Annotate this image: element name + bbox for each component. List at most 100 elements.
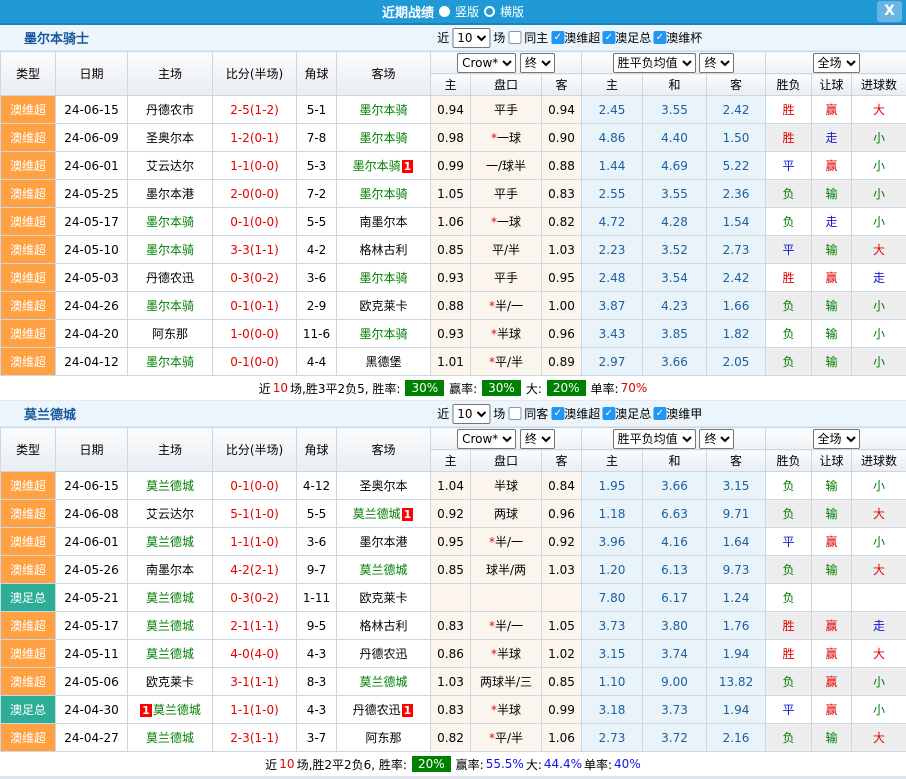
same-side-checkbox[interactable]: [508, 31, 521, 44]
league-checkbox-label[interactable]: 澳足总: [615, 405, 651, 422]
horizontal-layout-label[interactable]: 横版: [500, 3, 524, 20]
league-checkbox-label[interactable]: 澳维超: [564, 405, 600, 422]
crow-home-odds: 0.92: [431, 500, 471, 528]
crow-home-odds: 0.85: [431, 556, 471, 584]
crow-away-odds: 0.84: [542, 472, 582, 500]
handicap-cell: *半球: [471, 696, 542, 724]
score-cell: 2-0(0-0): [213, 180, 297, 208]
col-avg-home: 主: [582, 450, 643, 472]
team-label: 莫兰德城: [146, 731, 194, 745]
result-cell: 负: [766, 556, 812, 584]
horizontal-layout-radio[interactable]: [484, 6, 495, 17]
summary-text: 场,胜2平2负6, 胜率:: [297, 756, 407, 773]
league-checkbox[interactable]: ✓: [602, 407, 615, 420]
team-label: 莫兰德城: [146, 479, 194, 493]
handicap-cell: 球半/两: [471, 556, 542, 584]
away-team-cell: 莫兰德城: [337, 556, 431, 584]
handicap-cell: *半球: [471, 640, 542, 668]
crow-home-odds: 0.88: [431, 292, 471, 320]
team-label: 莫兰德城: [146, 647, 194, 661]
summary-text: 大:: [526, 756, 542, 773]
goals-result-cell: 大: [852, 96, 906, 124]
table-row: 澳维超24-06-15丹德农市2-5(1-2)5-1墨尔本骑0.94平手0.94…: [1, 96, 906, 124]
home-team-cell: 墨尔本骑: [128, 292, 213, 320]
crow-home-odds: 0.99: [431, 152, 471, 180]
vertical-layout-label[interactable]: 竖版: [455, 3, 479, 20]
avg-home-cell: 1.44: [582, 152, 643, 180]
result-cell: 平: [766, 236, 812, 264]
avg-draw-cell: 3.66: [643, 472, 707, 500]
same-side-checkbox[interactable]: [508, 407, 521, 420]
games-count-select[interactable]: 10: [452, 404, 490, 424]
league-checkbox-label[interactable]: 澳维杯: [666, 29, 702, 46]
goals-result-cell: 走: [852, 612, 906, 640]
result-cell: 负: [766, 292, 812, 320]
handicap-cell: *平/半: [471, 348, 542, 376]
league-checkbox[interactable]: ✓: [653, 407, 666, 420]
odds-company-select[interactable]: Crow*: [457, 53, 516, 73]
handicap-cell: 平手: [471, 264, 542, 292]
scope-select[interactable]: 全场: [813, 429, 860, 449]
crow-home-odds: 1.01: [431, 348, 471, 376]
handicap-result-cell: 输: [812, 180, 852, 208]
team-label: 墨尔本骑: [146, 215, 194, 229]
date-cell: 24-04-12: [56, 348, 128, 376]
handicap-result-cell: [812, 584, 852, 612]
handicap-result-cell: 输: [812, 236, 852, 264]
col-score: 比分(半场): [213, 428, 297, 472]
home-team-cell: 艾云达尔: [128, 152, 213, 180]
summary-text: 10: [279, 757, 294, 771]
avg-type-select[interactable]: 胜平负均值: [613, 429, 696, 449]
home-team-cell: 圣奥尔本: [128, 124, 213, 152]
league-checkbox-label[interactable]: 澳足总: [615, 29, 651, 46]
league-checkbox-label[interactable]: 澳维超: [564, 29, 600, 46]
result-cell: 平: [766, 696, 812, 724]
crow-away-odds: 0.85: [542, 668, 582, 696]
avg-away-cell: 1.94: [707, 696, 766, 724]
league-checkbox[interactable]: ✓: [602, 31, 615, 44]
league-cell: 澳足总: [1, 584, 56, 612]
close-icon[interactable]: X: [877, 1, 902, 22]
avg-away-cell: 1.76: [707, 612, 766, 640]
team-label: 格林古利: [359, 243, 407, 257]
league-cell: 澳维超: [1, 264, 56, 292]
handicap-cell: *一球: [471, 208, 542, 236]
league-checkbox-label[interactable]: 澳维甲: [666, 405, 702, 422]
league-cell: 澳维超: [1, 528, 56, 556]
team-label: 欧克莱卡: [359, 591, 407, 605]
league-cell: 澳维超: [1, 236, 56, 264]
avg-stage-select[interactable]: 终: [699, 429, 734, 449]
summary-text: 赢率:: [449, 380, 477, 397]
odds-company-select[interactable]: Crow*: [457, 429, 516, 449]
goals-result-cell: 小: [852, 348, 906, 376]
team-name: 莫兰德城: [24, 404, 76, 423]
avg-draw-cell: 4.23: [643, 292, 707, 320]
score-cell: 2-5(1-2): [213, 96, 297, 124]
league-filter-group: ✓澳维超✓澳足总✓澳维甲: [551, 405, 704, 422]
home-team-cell: 艾云达尔: [128, 500, 213, 528]
odds-stage-select[interactable]: 终: [520, 53, 555, 73]
avg-home-cell: 2.73: [582, 724, 643, 752]
avg-away-cell: 13.82: [707, 668, 766, 696]
score-cell: 1-2(0-1): [213, 124, 297, 152]
vertical-layout-radio[interactable]: [439, 6, 450, 17]
avg-draw-cell: 3.80: [643, 612, 707, 640]
avg-draw-cell: 6.17: [643, 584, 707, 612]
result-cell: 胜: [766, 124, 812, 152]
date-cell: 24-06-08: [56, 500, 128, 528]
table-row: 澳维超24-05-17墨尔本骑0-1(0-0)5-5南墨尔本1.06*一球0.8…: [1, 208, 906, 236]
avg-type-select[interactable]: 胜平负均值: [613, 53, 696, 73]
games-count-select[interactable]: 10: [452, 28, 490, 48]
handicap-result-cell: 赢: [812, 696, 852, 724]
corner-cell: 8-3: [297, 668, 337, 696]
scope-select[interactable]: 全场: [813, 53, 860, 73]
odds-stage-select[interactable]: 终: [520, 429, 555, 449]
col-score: 比分(半场): [213, 52, 297, 96]
handicap-cell: *平/半: [471, 724, 542, 752]
league-checkbox[interactable]: ✓: [551, 407, 564, 420]
avg-stage-select[interactable]: 终: [699, 53, 734, 73]
avg-draw-cell: 3.72: [643, 724, 707, 752]
league-checkbox[interactable]: ✓: [653, 31, 666, 44]
result-cell: 负: [766, 500, 812, 528]
league-checkbox[interactable]: ✓: [551, 31, 564, 44]
